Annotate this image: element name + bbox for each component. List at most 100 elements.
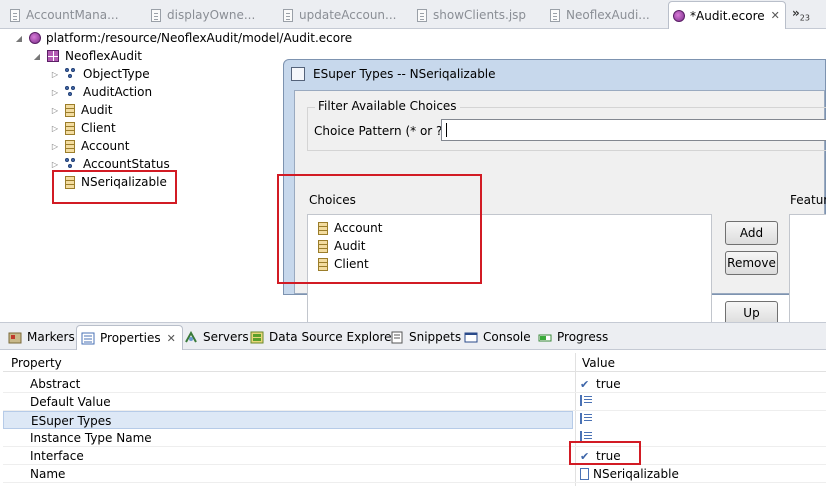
- servers-icon: [185, 330, 197, 342]
- eenum-icon: [65, 68, 77, 80]
- tab-properties[interactable]: Properties ✕: [76, 325, 183, 350]
- datasource-icon: [250, 331, 264, 343]
- snippets-icon: [391, 331, 403, 343]
- file-icon: [151, 8, 161, 22]
- property-name: Instance Type Name: [30, 431, 152, 445]
- editor-tab-updateaccoun[interactable]: updateAccoun...: [279, 2, 409, 28]
- property-row-abstract[interactable]: Abstract ✔ true: [3, 375, 826, 393]
- tab-data-source-explorer[interactable]: Data Source Explorer: [250, 328, 396, 346]
- property-value[interactable]: [580, 413, 596, 427]
- tree-item-accountstatus[interactable]: ▷ AccountStatus: [49, 155, 170, 173]
- tab-label: Snippets: [409, 330, 462, 344]
- eclass-icon: [318, 239, 328, 253]
- tree-item-nseriqalizable[interactable]: NSeriqalizable: [65, 173, 167, 191]
- tab-overflow-button[interactable]: »23: [792, 6, 810, 22]
- close-icon[interactable]: ✕: [167, 332, 176, 345]
- property-name: Interface: [30, 449, 84, 463]
- tree-item-package[interactable]: ◢ NeoflexAudit: [31, 47, 142, 65]
- expand-arrow-icon[interactable]: ▷: [49, 142, 61, 151]
- file-icon: [283, 8, 293, 22]
- tree-item-label: Account: [81, 139, 130, 153]
- property-value[interactable]: [580, 431, 596, 442]
- tab-servers[interactable]: Servers: [184, 328, 249, 346]
- eclass-icon: [65, 103, 75, 117]
- close-icon[interactable]: ✕: [771, 9, 780, 22]
- expand-arrow-icon[interactable]: ▷: [49, 160, 61, 169]
- console-icon: [464, 332, 478, 342]
- property-row-instance-type-name[interactable]: Instance Type Name: [3, 429, 826, 447]
- editor-tab-label: NeoflexAudi...: [566, 8, 650, 22]
- choice-item-audit[interactable]: Audit: [318, 237, 365, 255]
- property-value[interactable]: [580, 395, 596, 406]
- tree-item-auditaction[interactable]: ▷ AuditAction: [49, 83, 152, 101]
- eclass-icon: [318, 257, 328, 271]
- file-icon: [417, 8, 427, 22]
- feature-label: Feature: [790, 193, 826, 207]
- progress-icon: [538, 334, 552, 341]
- choice-item-account[interactable]: Account: [318, 219, 382, 237]
- property-name: Default Value: [30, 395, 111, 409]
- editor-tab-showclients[interactable]: showClients.jsp: [413, 2, 543, 28]
- expand-arrow-icon[interactable]: ▷: [49, 124, 61, 133]
- property-value[interactable]: ✔ true: [580, 449, 621, 463]
- expand-arrow-icon[interactable]: ▷: [49, 88, 61, 97]
- property-name: Name: [30, 467, 66, 481]
- property-value[interactable]: NSeriqalizable: [580, 467, 679, 481]
- tree-item-label: platform:/resource/NeoflexAudit/model/Au…: [46, 31, 353, 45]
- tab-markers[interactable]: Markers: [8, 328, 75, 346]
- choice-item-client[interactable]: Client: [318, 255, 369, 273]
- expand-arrow-icon[interactable]: ▷: [49, 70, 61, 79]
- tab-progress[interactable]: Progress: [538, 328, 608, 346]
- choice-pattern-input[interactable]: [441, 119, 826, 141]
- choices-list[interactable]: Account Audit Client: [307, 214, 712, 326]
- editor-tab-audit-ecore[interactable]: *Audit.ecore ✕: [668, 1, 786, 29]
- tab-console[interactable]: Console: [464, 328, 531, 346]
- tree-item-objecttype[interactable]: ▷ ObjectType: [49, 65, 150, 83]
- tree-item-resource[interactable]: ◢ platform:/resource/NeoflexAudit/model/…: [13, 29, 352, 47]
- collapse-arrow-icon[interactable]: ◢: [31, 52, 43, 61]
- dialog-title-bar[interactable]: ESuper Types -- NSeriqalizable: [291, 67, 496, 81]
- text-property-icon: [580, 395, 592, 406]
- text-property-icon: [580, 468, 589, 480]
- file-icon: [10, 8, 20, 22]
- tab-snippets[interactable]: Snippets: [390, 328, 461, 346]
- tree-item-label: NSeriqalizable: [81, 175, 167, 189]
- editor-tab-label: showClients.jsp: [433, 8, 527, 22]
- feature-list[interactable]: [789, 214, 826, 326]
- editor-tab-accountmana[interactable]: AccountMana...: [6, 2, 141, 28]
- property-value[interactable]: ✔ true: [580, 377, 621, 391]
- property-row-interface[interactable]: Interface ✔ true: [3, 447, 826, 465]
- boolean-icon: ✔: [580, 377, 590, 391]
- add-button[interactable]: Add: [725, 221, 778, 245]
- text-property-icon: [580, 431, 592, 442]
- editor-tab-label: *Audit.ecore: [690, 8, 765, 23]
- property-row-esuper-types[interactable]: ESuper Types: [3, 411, 573, 429]
- filter-group-label: Filter Available Choices: [315, 99, 460, 113]
- collapse-arrow-icon[interactable]: ◢: [13, 34, 25, 43]
- property-value-text: true: [596, 377, 621, 391]
- view-tab-bar: Markers Properties ✕ Servers Data Source…: [0, 322, 826, 350]
- ecore-resource-icon: [29, 32, 41, 44]
- markers-icon: [8, 332, 22, 343]
- tab-label: Markers: [27, 330, 75, 344]
- properties-icon: [81, 332, 95, 344]
- editor-tab-neoflexaudi[interactable]: NeoflexAudi...: [546, 2, 666, 28]
- expand-arrow-icon[interactable]: ▷: [49, 106, 61, 115]
- overflow-count: 23: [799, 13, 810, 23]
- column-header-value[interactable]: Value: [582, 356, 615, 370]
- tab-label: Properties: [100, 331, 161, 345]
- property-row-default-value[interactable]: Default Value: [3, 393, 826, 411]
- tree-item-account[interactable]: ▷ Account: [49, 137, 130, 155]
- dialog-window-icon: [291, 67, 305, 81]
- property-row-name[interactable]: Name NSeriqalizable: [3, 465, 826, 483]
- tree-item-label: AuditAction: [83, 85, 153, 99]
- column-header-property[interactable]: Property: [11, 356, 62, 370]
- tree-item-audit[interactable]: ▷ Audit: [49, 101, 113, 119]
- epackage-icon: [47, 50, 59, 62]
- choice-item-label: Account: [334, 221, 383, 235]
- editor-tab-displayowne[interactable]: displayOwne...: [147, 2, 272, 28]
- text-property-icon: [580, 413, 592, 424]
- remove-button[interactable]: Remove: [725, 251, 778, 275]
- tree-item-client[interactable]: ▷ Client: [49, 119, 116, 137]
- tree-item-label: ObjectType: [83, 67, 150, 81]
